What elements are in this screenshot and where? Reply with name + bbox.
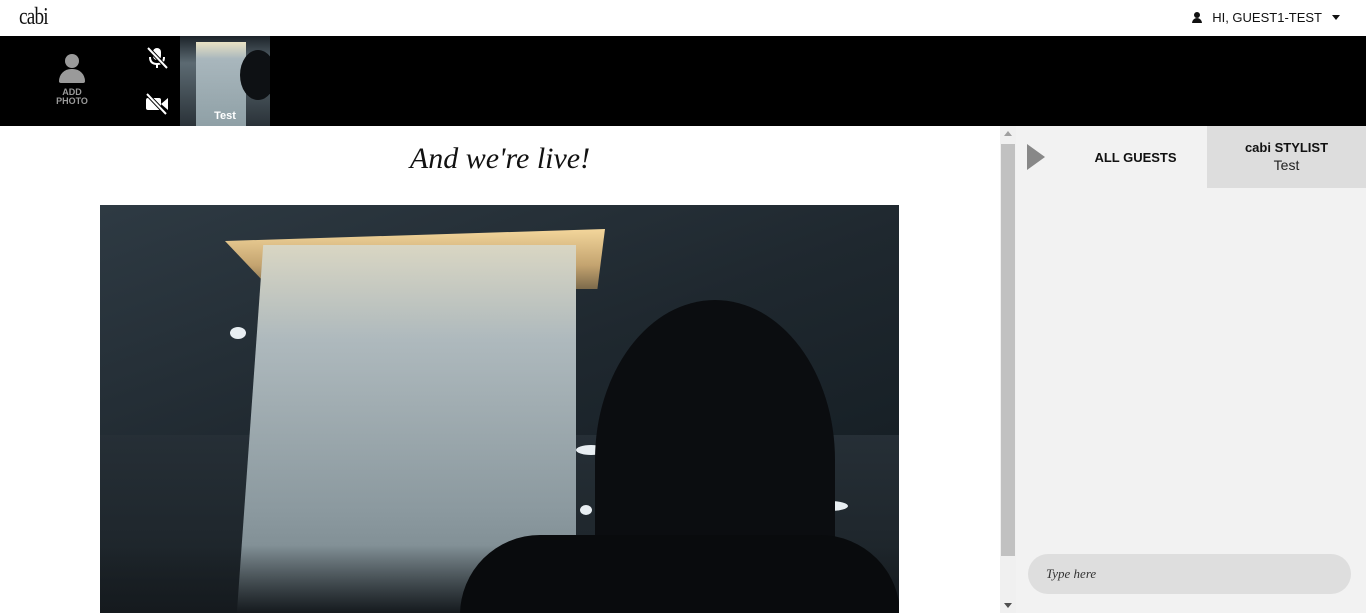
chevron-down-icon [1332, 15, 1340, 20]
chat-panel: ALL GUESTS cabi STYLIST Test [1016, 126, 1366, 613]
scroll-up-arrow-icon[interactable] [1004, 131, 1012, 136]
main-scrollbar[interactable] [1000, 126, 1016, 613]
tab-cabi-stylist[interactable]: cabi STYLIST Test [1207, 126, 1366, 188]
scrollbar-thumb[interactable] [1001, 144, 1015, 556]
add-photo-button[interactable]: ADD PHOTO [40, 54, 104, 114]
video-person-shoulders [460, 535, 899, 613]
tab-stylist-name: Test [1273, 157, 1300, 173]
video-ceiling-light [230, 327, 246, 339]
page-title: And we're live! [409, 142, 591, 175]
cabi-logo[interactable]: cabi [19, 4, 49, 31]
participant-name: Test [214, 110, 236, 122]
collapse-chat-play-icon[interactable] [1027, 144, 1045, 170]
participant-thumbnail[interactable]: Test [180, 36, 270, 126]
user-icon [1192, 12, 1203, 23]
add-photo-label-line2: PHOTO [56, 96, 88, 106]
scroll-down-arrow-icon[interactable] [1004, 603, 1012, 608]
live-video-feed[interactable] [100, 205, 899, 613]
thumbnail-person [240, 50, 270, 100]
tab-stylist-title: cabi STYLIST [1244, 140, 1329, 155]
add-photo-label: ADD PHOTO [40, 88, 104, 106]
mic-muted-icon[interactable] [144, 46, 170, 70]
camera-off-icon[interactable] [144, 92, 170, 116]
person-placeholder-icon [59, 54, 85, 84]
tab-all-guests[interactable]: ALL GUESTS [1064, 126, 1207, 188]
chat-message-input[interactable] [1028, 554, 1351, 594]
top-bar: cabi HI, GUEST1-TEST [0, 0, 1366, 36]
video-ceiling-light [580, 505, 592, 515]
user-greeting: HI, GUEST1-TEST [1212, 10, 1322, 25]
participants-strip: ADD PHOTO Test [0, 36, 1366, 126]
user-menu[interactable]: HI, GUEST1-TEST [1192, 10, 1340, 25]
main-stage: And we're live! [0, 126, 1000, 613]
